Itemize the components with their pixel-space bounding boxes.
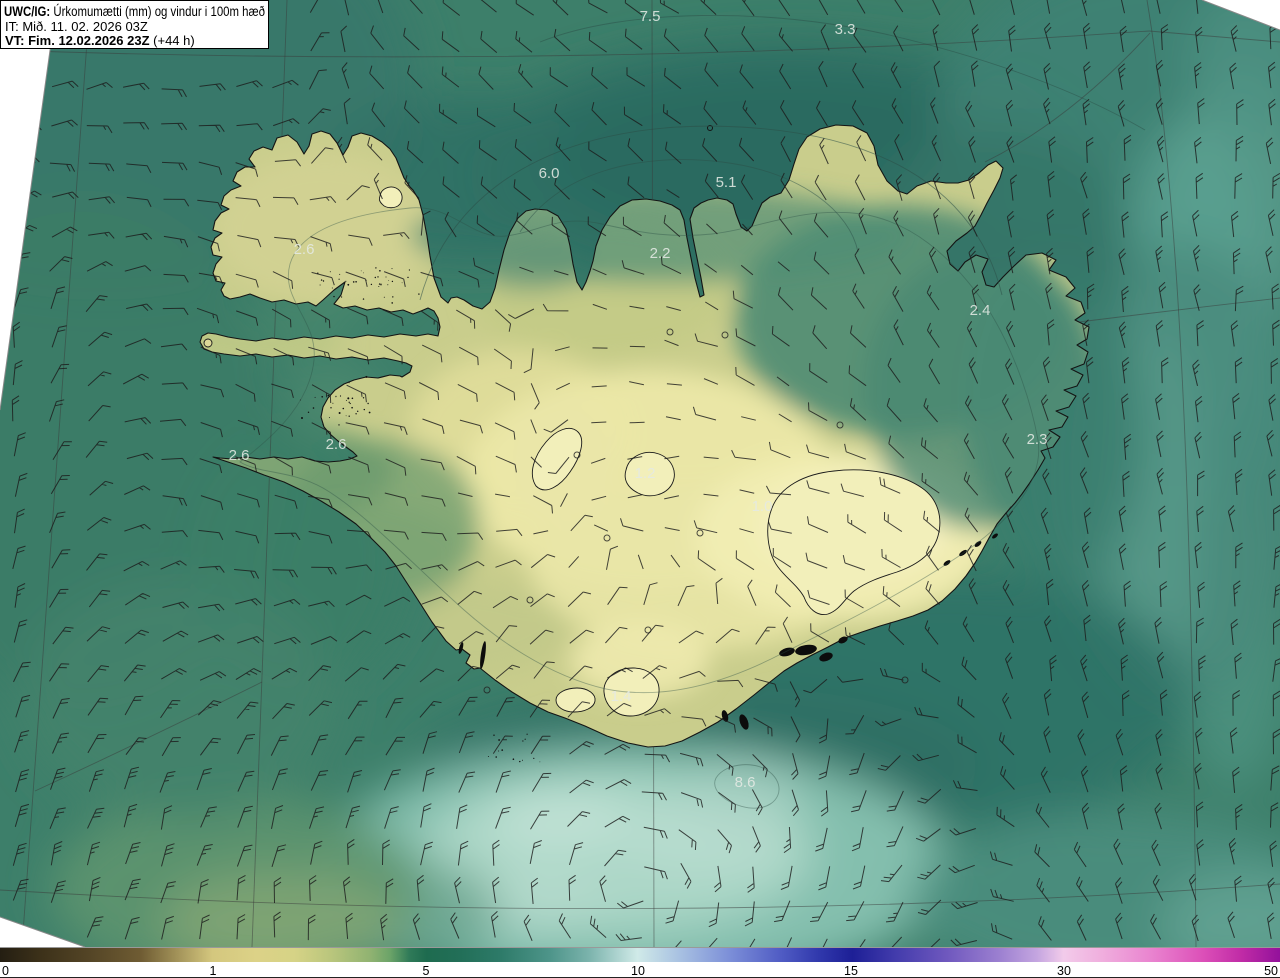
svg-text:IT: Mið. 11. 02. 2026 03Z: IT: Mið. 11. 02. 2026 03Z	[5, 19, 148, 34]
svg-text:0: 0	[2, 964, 9, 978]
svg-text:3.3: 3.3	[835, 21, 856, 38]
svg-text:1.4: 1.4	[611, 688, 632, 705]
svg-text:7.5: 7.5	[640, 8, 661, 25]
svg-text:5.1: 5.1	[716, 174, 737, 191]
svg-text:50: 50	[1264, 964, 1278, 978]
svg-text:UWC/IG: Úrkomumætti (mm) og vi: UWC/IG: Úrkomumætti (mm) og vindur i 100…	[4, 4, 265, 19]
svg-text:15: 15	[844, 964, 858, 978]
svg-text:2.3: 2.3	[1027, 431, 1048, 448]
svg-text:30: 30	[1057, 964, 1071, 978]
svg-text:8.6: 8.6	[735, 774, 756, 791]
svg-text:2.6: 2.6	[294, 241, 315, 258]
svg-text:1.2: 1.2	[635, 465, 656, 482]
svg-text:2.2: 2.2	[650, 245, 671, 262]
svg-text:VT: Fim. 12.02.2026 23Z (+44 h: VT: Fim. 12.02.2026 23Z (+44 h)	[5, 33, 195, 48]
svg-text:5: 5	[423, 964, 430, 978]
svg-text:2.6: 2.6	[326, 436, 347, 453]
svg-text:1.0: 1.0	[752, 498, 773, 515]
svg-text:2.6: 2.6	[229, 447, 250, 464]
svg-text:1: 1	[210, 964, 217, 978]
svg-text:2.4: 2.4	[970, 302, 991, 319]
svg-text:10: 10	[631, 964, 645, 978]
svg-text:6.0: 6.0	[539, 165, 560, 182]
